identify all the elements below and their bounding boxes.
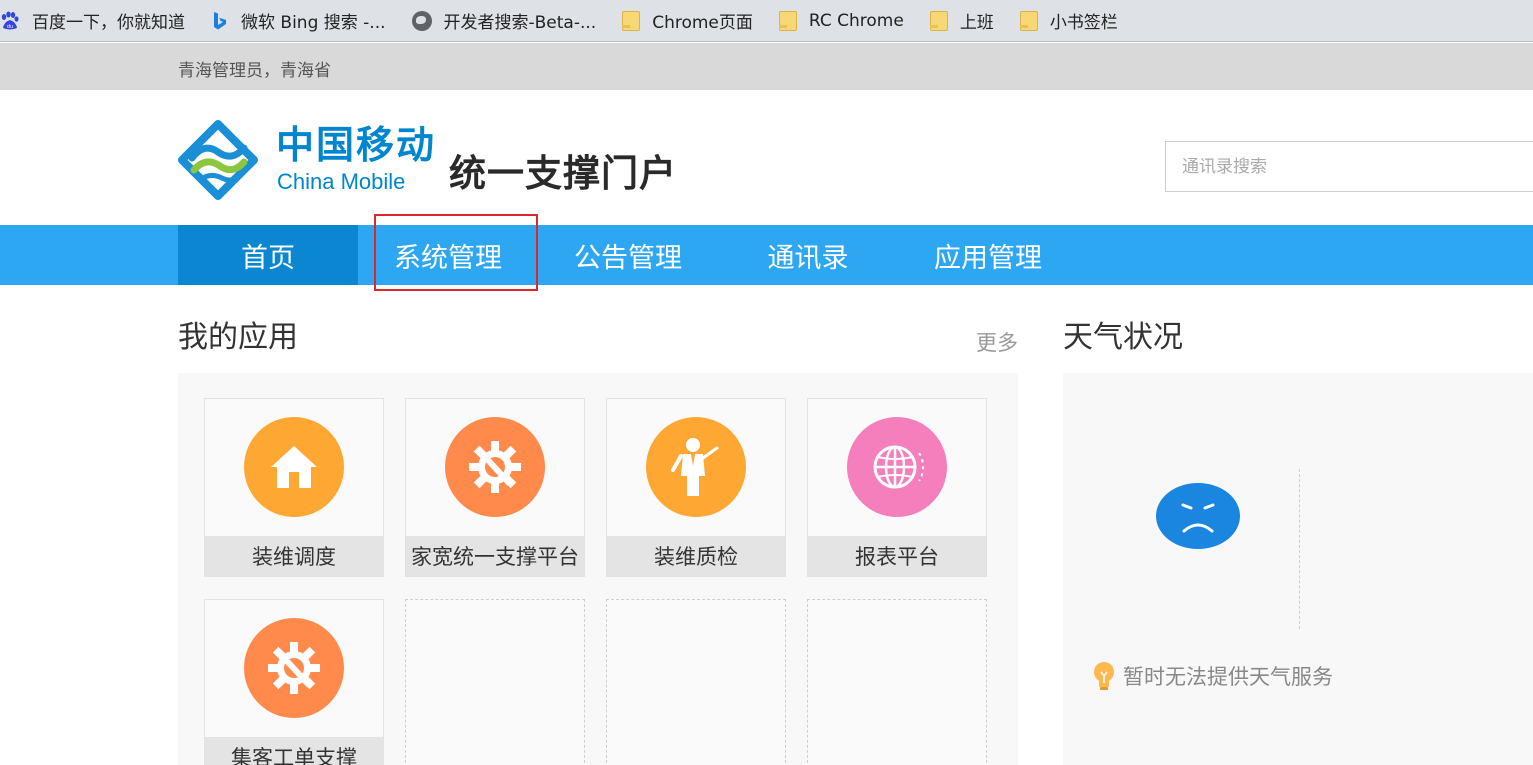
brand-name-en: China Mobile (277, 169, 406, 194)
weather-divider (1299, 469, 1300, 629)
nav-item-directory[interactable]: 通讯录 (718, 225, 898, 285)
sad-face-icon (1156, 483, 1240, 549)
globe-icon (411, 10, 432, 31)
bookmark-dev-search[interactable]: 开发者搜索-Beta-... (411, 5, 597, 37)
bookmark-label: 小书签栏 (1049, 13, 1118, 33)
my-apps-title: 我的应用 (178, 320, 298, 355)
bookmark-label: 微软 Bing 搜索 -... (241, 13, 386, 33)
weather-panel: 暂时无法提供天气服务 (1063, 373, 1533, 765)
brand-name-cn: 中国移动 (276, 123, 437, 167)
bookmarks-bar: du 百度一下，你就知道 微软 Bing 搜索 -... 开发者搜索-Beta-… (0, 0, 1533, 42)
nav-item-system-management[interactable]: 系统管理 (358, 225, 538, 285)
user-info-bar: 青海管理员，青海省 (0, 43, 1533, 90)
svg-text:du: du (7, 24, 13, 30)
bookmark-folder-chrome-pages[interactable]: Chrome页面 (622, 5, 753, 37)
app-label: 装维调度 (205, 536, 383, 576)
directory-search-input[interactable] (1165, 141, 1533, 192)
folder-icon (929, 10, 948, 31)
folder-icon (622, 10, 641, 31)
weather-message-text: 暂时无法提供天气服务 (1123, 665, 1333, 689)
app-label: 报表平台 (808, 536, 986, 576)
baidu-icon: du (0, 11, 20, 31)
bookmark-bing[interactable]: 微软 Bing 搜索 -... (211, 5, 386, 37)
site-header: 中国移动 China Mobile 统一支撑门户 (0, 90, 1533, 225)
app-label: 集客工单支撑 (205, 737, 383, 765)
nav-item-announcement-management[interactable]: 公告管理 (538, 225, 718, 285)
user-info-text: 青海管理员，青海省 (178, 61, 331, 81)
app-card-broadband-support[interactable]: 家宽统一支撑平台 (405, 398, 585, 577)
bookmark-baidu[interactable]: du 百度一下，你就知道 (0, 5, 185, 37)
empty-app-slot (405, 599, 585, 765)
app-label: 家宽统一支撑平台 (406, 536, 584, 576)
empty-app-slot (807, 599, 987, 765)
app-label: 装维质检 (607, 536, 785, 576)
more-apps-link[interactable]: 更多 (976, 327, 1018, 357)
gear-wrench-icon (244, 618, 344, 718)
bookmark-folder-rc-chrome[interactable]: RC Chrome (778, 5, 904, 37)
nav-item-app-management[interactable]: 应用管理 (898, 225, 1078, 285)
bookmark-label: 开发者搜索-Beta-... (443, 13, 597, 33)
bookmark-folder-bookmarklets[interactable]: 小书签栏 (1019, 5, 1118, 37)
bookmark-label: 百度一下，你就知道 (32, 13, 185, 33)
presenter-icon (646, 417, 746, 517)
app-card-maintenance-dispatch[interactable]: 装维调度 (204, 398, 384, 577)
weather-message: 暂时无法提供天气服务 (1093, 661, 1333, 691)
empty-app-slot (606, 599, 786, 765)
bookmark-folder-work[interactable]: 上班 (929, 5, 994, 37)
bookmark-label: RC Chrome (808, 10, 904, 31)
bookmark-label: 上班 (959, 13, 994, 33)
home-icon (244, 417, 344, 517)
globe-icon (847, 417, 947, 517)
app-card-enterprise-ticket-support[interactable]: 集客工单支撑 (204, 599, 384, 765)
nav-item-home[interactable]: 首页 (178, 225, 358, 285)
lightbulb-icon (1093, 661, 1115, 691)
folder-icon (1019, 10, 1038, 31)
app-card-report-platform[interactable]: 报表平台 (807, 398, 987, 577)
app-card-maintenance-inspection[interactable]: 装维质检 (606, 398, 786, 577)
gear-wrench-icon (445, 417, 545, 517)
bookmark-label: Chrome页面 (652, 13, 753, 33)
my-apps-panel: 装维调度 家宽统一支撑平台 装维质检 报表平台 集客工单支撑 (178, 373, 1018, 765)
folder-icon (778, 10, 797, 31)
weather-title: 天气状况 (1063, 320, 1183, 355)
bing-icon (211, 11, 229, 31)
china-mobile-logo-icon (178, 120, 258, 200)
main-nav: 首页 系统管理 公告管理 通讯录 应用管理 (0, 225, 1533, 285)
portal-title: 统一支撑门户 (449, 152, 677, 195)
